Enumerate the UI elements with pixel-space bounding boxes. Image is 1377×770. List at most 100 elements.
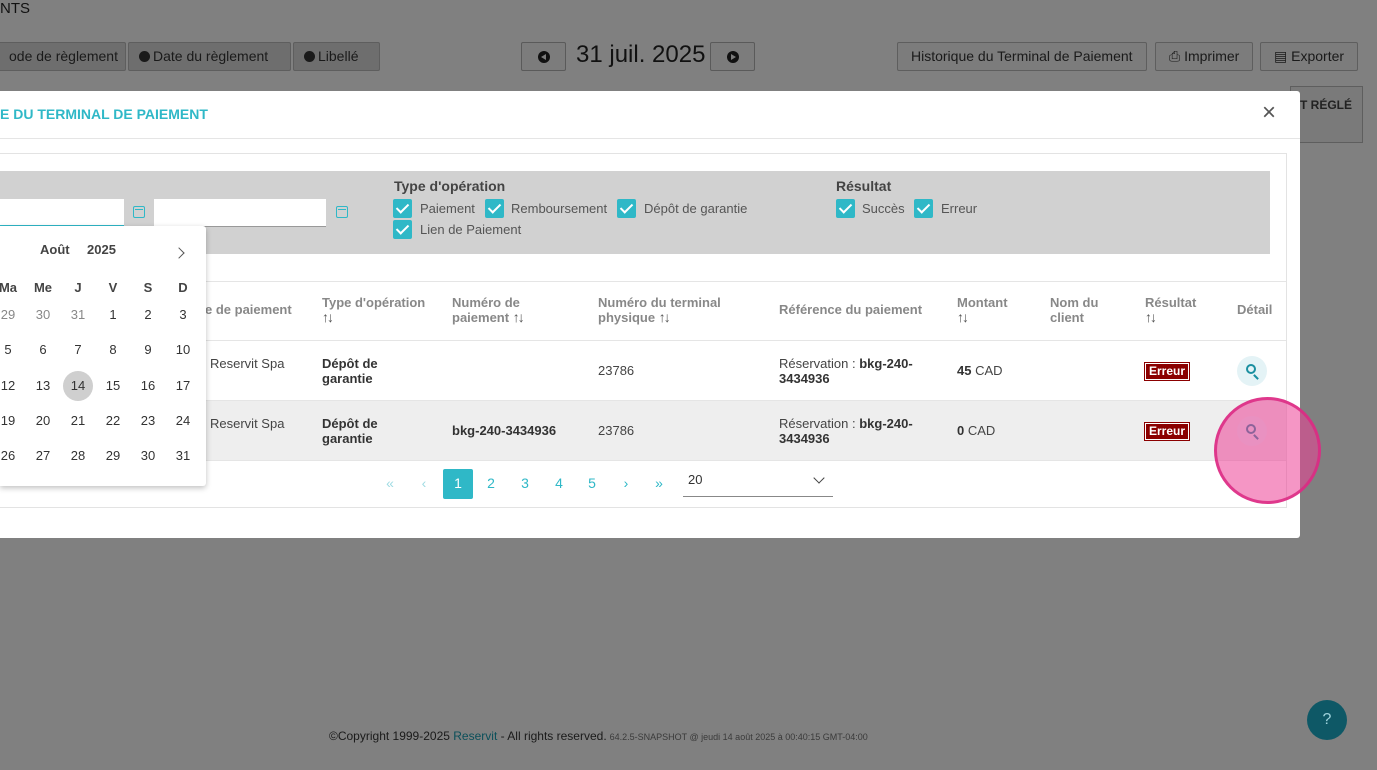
summary-panel: IT RÉGLÉ bbox=[1290, 86, 1363, 143]
column-header-payment-number[interactable]: Numéro de paiement ↑↓ bbox=[452, 295, 525, 325]
calendar-day[interactable]: 16 bbox=[133, 371, 163, 401]
currency: CAD bbox=[967, 423, 996, 438]
per-page-select[interactable]: 20 bbox=[683, 468, 833, 497]
calendar-day[interactable]: 1 bbox=[98, 300, 128, 330]
export-button[interactable]: ▤ Exporter bbox=[1260, 42, 1359, 71]
status-badge: Erreur bbox=[1143, 362, 1191, 381]
calendar-day[interactable]: 22 bbox=[98, 406, 128, 436]
end-date-input[interactable] bbox=[154, 199, 326, 227]
page-2-button[interactable]: 2 bbox=[476, 469, 506, 499]
checkbox-label: Succès bbox=[862, 201, 905, 216]
checkbox-label: Erreur bbox=[941, 201, 978, 216]
calendar-day[interactable]: 13 bbox=[28, 371, 58, 401]
page-4-button[interactable]: 4 bbox=[544, 469, 574, 499]
page-5-button[interactable]: 5 bbox=[577, 469, 607, 499]
calendar-day[interactable]: 23 bbox=[133, 406, 163, 436]
type-text: Dépôt de bbox=[322, 356, 378, 371]
payment-number-value: bkg-240-3434936 bbox=[452, 423, 557, 438]
calendar-day[interactable]: 6 bbox=[28, 335, 58, 365]
calendar-day[interactable]: 10 bbox=[168, 335, 198, 365]
page-1-button[interactable]: 1 bbox=[443, 469, 473, 499]
checkbox-remboursement[interactable] bbox=[485, 199, 504, 218]
datepicker-year[interactable]: 2025 bbox=[87, 242, 116, 257]
reference-prefix: Réservation : bbox=[779, 416, 860, 431]
amount-value: 0 bbox=[957, 423, 965, 438]
sort-icon: ↑↓ bbox=[512, 309, 525, 325]
checkbox-lien-paiement[interactable] bbox=[393, 220, 412, 239]
calendar-day[interactable]: 19 bbox=[0, 406, 23, 436]
sort-icon: ↑↓ bbox=[322, 309, 334, 325]
column-header-result[interactable]: Résultat ↑↓ bbox=[1145, 295, 1196, 325]
calendar-day[interactable]: 29 bbox=[98, 441, 128, 471]
calendar-day[interactable]: 27 bbox=[28, 441, 58, 471]
weekday-header: Me bbox=[33, 280, 53, 295]
column-header-operation-type[interactable]: Type d'opération ↑↓ bbox=[322, 295, 425, 325]
calendar-day[interactable]: 30 bbox=[133, 441, 163, 471]
header-text: Numéro de bbox=[452, 295, 520, 310]
previous-day-button[interactable] bbox=[521, 42, 566, 71]
result-label: Résultat bbox=[836, 178, 892, 194]
next-page-button[interactable]: › bbox=[611, 469, 641, 499]
prev-page-button[interactable]: ‹ bbox=[409, 469, 439, 499]
datepicker-month[interactable]: Août bbox=[40, 242, 70, 257]
calendar-icon[interactable] bbox=[336, 206, 348, 218]
sort-icon: ↑↓ bbox=[1145, 309, 1157, 325]
calendar-day[interactable]: 8 bbox=[98, 335, 128, 365]
detail-button[interactable] bbox=[1237, 356, 1267, 386]
calendar-day[interactable]: 14 bbox=[63, 371, 93, 401]
checkbox-depot-garantie[interactable] bbox=[617, 199, 636, 218]
calendar-day[interactable]: 20 bbox=[28, 406, 58, 436]
checkbox-succes[interactable] bbox=[836, 199, 855, 218]
calendar-day[interactable]: 15 bbox=[98, 371, 128, 401]
sort-payment-mode-button[interactable]: ode de règlement bbox=[0, 42, 126, 71]
calendar-day[interactable]: 5 bbox=[0, 335, 23, 365]
calendar-day[interactable]: 31 bbox=[168, 441, 198, 471]
arrow-left-circle-icon bbox=[538, 51, 550, 63]
checkbox-erreur[interactable] bbox=[914, 199, 933, 218]
amount-cell: 45 CAD bbox=[957, 363, 1003, 378]
weekday-header: Ma bbox=[0, 280, 18, 295]
arrow-right-circle-icon bbox=[727, 51, 739, 63]
close-icon[interactable]: × bbox=[1262, 101, 1276, 125]
first-page-button[interactable]: « bbox=[375, 469, 405, 499]
per-page-value: 20 bbox=[688, 472, 703, 487]
calendar-day[interactable]: 2 bbox=[133, 300, 163, 330]
calendar-day[interactable]: 28 bbox=[63, 441, 93, 471]
weekday-header: S bbox=[143, 280, 153, 295]
terminal-cell: 23786 bbox=[598, 363, 635, 378]
calendar-day[interactable]: 17 bbox=[168, 371, 198, 401]
merchant-cell: Reservit Spa bbox=[210, 356, 285, 371]
calendar-day[interactable]: 12 bbox=[0, 371, 23, 401]
next-day-button[interactable] bbox=[710, 42, 755, 71]
column-header-amount[interactable]: Montant ↑↓ bbox=[957, 295, 1008, 325]
terminal-history-button[interactable]: Historique du Terminal de Paiement bbox=[897, 42, 1147, 71]
calendar-day[interactable]: 3 bbox=[168, 300, 198, 330]
checkbox-label: Remboursement bbox=[511, 201, 608, 216]
calendar-day[interactable]: 30 bbox=[28, 300, 58, 330]
checkbox-paiement[interactable] bbox=[393, 199, 412, 218]
page-3-button[interactable]: 3 bbox=[510, 469, 540, 499]
column-header-terminal[interactable]: Numéro du terminal physique ↑↓ bbox=[598, 295, 721, 325]
calendar-icon[interactable] bbox=[133, 206, 145, 218]
reference-prefix: Réservation : bbox=[779, 356, 860, 371]
calendar-day[interactable]: 31 bbox=[63, 300, 93, 330]
calendar-day[interactable]: 9 bbox=[133, 335, 163, 365]
help-button[interactable]: ? bbox=[1307, 700, 1347, 740]
calendar-day[interactable]: 21 bbox=[63, 406, 93, 436]
calendar-day[interactable]: 24 bbox=[168, 406, 198, 436]
chevron-right-icon[interactable] bbox=[173, 247, 185, 259]
sort-label-button[interactable]: Libellé bbox=[293, 42, 380, 71]
sort-payment-date-button[interactable]: Date du règlement bbox=[128, 42, 291, 71]
calendar-day[interactable]: 26 bbox=[0, 441, 23, 471]
calendar-day[interactable]: 29 bbox=[0, 300, 23, 330]
calendar-day[interactable]: 7 bbox=[63, 335, 93, 365]
export-label: Exporter bbox=[1291, 48, 1345, 64]
column-header-merchant[interactable]: e de paiement bbox=[205, 302, 292, 317]
last-page-button[interactable]: » bbox=[644, 469, 674, 499]
print-button[interactable]: ⎙ Imprimer bbox=[1155, 42, 1254, 71]
brand-link[interactable]: Reservit bbox=[453, 729, 497, 743]
start-date-input[interactable] bbox=[0, 199, 124, 227]
datepicker: Août 2025 Ma Me J V S D 29 30 31 1 2 3 5 6 7 8 9 10 12 13 14… bbox=[0, 226, 206, 486]
printer-icon: ⎙ bbox=[1169, 48, 1185, 64]
version-info: 64.2.5-SNAPSHOT @ jeudi 14 août 2025 à 0… bbox=[609, 732, 868, 742]
